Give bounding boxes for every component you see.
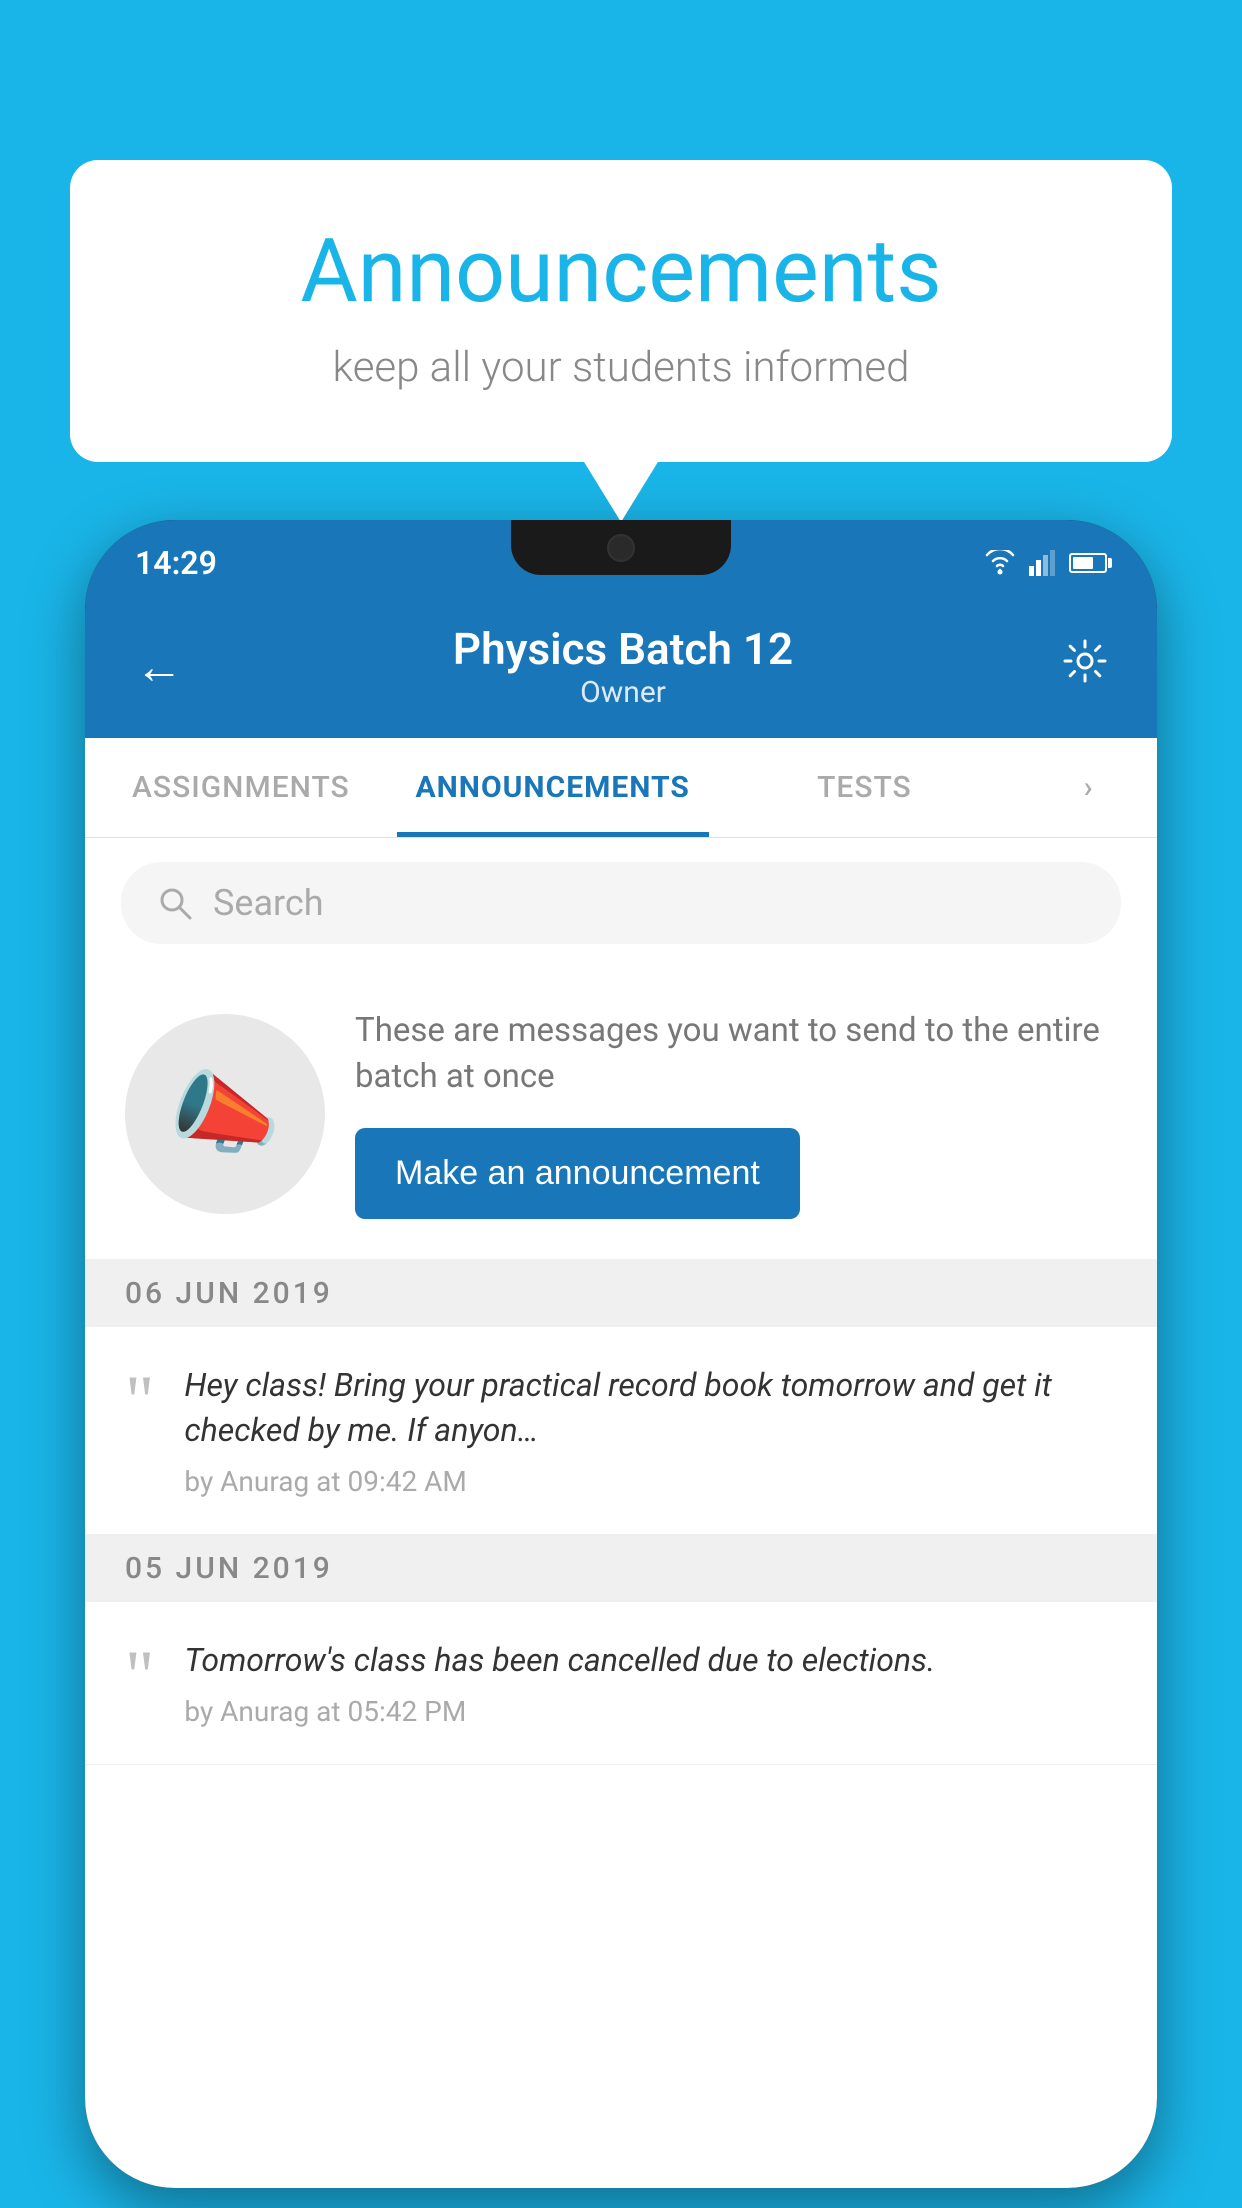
date-divider-1: 05 JUN 2019 (85, 1535, 1157, 1602)
status-icons (983, 550, 1107, 576)
app-header: ← Physics Batch 12 Owner (85, 595, 1157, 738)
batch-title: Physics Batch 12 (183, 623, 1063, 675)
search-container: Search (85, 838, 1157, 968)
battery-fill (1073, 557, 1093, 569)
phone-container: 14:29 (85, 520, 1157, 2188)
tab-tests[interactable]: TESTS (709, 738, 1021, 837)
tab-assignments[interactable]: ASSIGNMENTS (85, 738, 397, 837)
announcement-item-1[interactable]: " Tomorrow's class has been cancelled du… (85, 1602, 1157, 1765)
tab-announcements[interactable]: ANNOUNCEMENTS (397, 738, 709, 837)
make-announcement-button[interactable]: Make an announcement (355, 1128, 800, 1219)
phone-inner: 14:29 (85, 520, 1157, 2188)
announcement-right: These are messages you want to send to t… (355, 1008, 1117, 1219)
phone-camera (607, 534, 635, 562)
date-divider-0: 06 JUN 2019 (85, 1260, 1157, 1327)
batch-subtitle: Owner (183, 675, 1063, 710)
search-icon (157, 885, 193, 921)
header-title-group: Physics Batch 12 Owner (183, 623, 1063, 710)
settings-button[interactable] (1063, 639, 1107, 694)
tabs-bar: ASSIGNMENTS ANNOUNCEMENTS TESTS › (85, 738, 1157, 838)
megaphone-circle: 📣 (125, 1014, 325, 1214)
quote-icon-1: " (125, 1648, 154, 1706)
gear-icon (1063, 639, 1107, 683)
tab-more[interactable]: › (1020, 738, 1157, 837)
bubble-title: Announcements (150, 220, 1092, 323)
search-placeholder: Search (213, 882, 324, 924)
bubble-subtitle: keep all your students informed (150, 343, 1092, 392)
quote-icon-0: " (125, 1373, 154, 1431)
phone-notch (511, 520, 731, 575)
announcement-promo: 📣 These are messages you want to send to… (85, 968, 1157, 1260)
speech-bubble-container: Announcements keep all your students inf… (70, 160, 1172, 462)
announcement-message-0: Hey class! Bring your practical record b… (184, 1363, 1117, 1453)
status-time: 14:29 (135, 544, 217, 582)
back-button[interactable]: ← (135, 638, 183, 695)
announcement-text-1: Tomorrow's class has been cancelled due … (184, 1638, 1117, 1728)
announcement-description: These are messages you want to send to t… (355, 1008, 1117, 1100)
wifi-icon (983, 550, 1017, 576)
phone-frame: 14:29 (85, 520, 1157, 2188)
announcement-text-0: Hey class! Bring your practical record b… (184, 1363, 1117, 1498)
battery-icon (1069, 553, 1107, 573)
search-bar[interactable]: Search (121, 862, 1121, 944)
announcement-message-1: Tomorrow's class has been cancelled due … (184, 1638, 1117, 1683)
content-area: Search 📣 These are messages you want to … (85, 838, 1157, 2188)
speech-bubble: Announcements keep all your students inf… (70, 160, 1172, 462)
announcement-item-0[interactable]: " Hey class! Bring your practical record… (85, 1327, 1157, 1535)
announcement-meta-1: by Anurag at 05:42 PM (184, 1695, 1117, 1728)
megaphone-icon: 📣 (169, 1061, 281, 1166)
announcement-meta-0: by Anurag at 09:42 AM (184, 1465, 1117, 1498)
signal-icon (1029, 550, 1057, 576)
